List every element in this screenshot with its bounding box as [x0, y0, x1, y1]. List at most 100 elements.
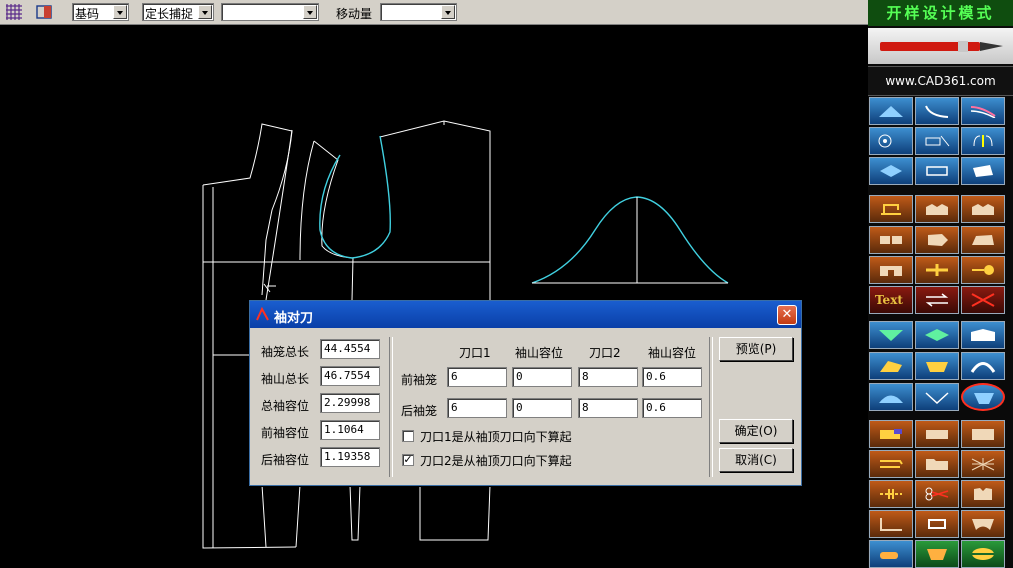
back-cap-ease2-input[interactable]: 0.6	[642, 398, 702, 418]
sleeve-cap-total-field[interactable]: 46.7554	[320, 366, 380, 386]
tool-tag[interactable]	[915, 420, 959, 448]
tool-dart-2[interactable]	[915, 321, 959, 349]
tool-paper[interactable]	[961, 157, 1005, 185]
tool-label[interactable]	[869, 420, 913, 448]
tool-link[interactable]	[915, 157, 959, 185]
grid-icon[interactable]	[5, 3, 23, 21]
total-ease-label: 总袖容位	[261, 399, 310, 413]
snap-combo-value: 定长捕捉	[145, 7, 194, 21]
tool-seam[interactable]	[869, 450, 913, 478]
ok-button[interactable]: 确定(O)	[719, 419, 793, 443]
tool-hexagon[interactable]	[915, 226, 959, 254]
tool-pocket[interactable]	[961, 510, 1005, 538]
app-icon	[256, 307, 269, 321]
notch1-from-top-checkbox[interactable]	[402, 430, 414, 442]
preview-button[interactable]: 预览(P)	[719, 337, 793, 361]
dart-notch-icon	[925, 392, 949, 404]
tool-button[interactable]	[961, 256, 1005, 284]
tool-disc[interactable]	[961, 540, 1005, 568]
tool-pleat-2[interactable]	[961, 195, 1005, 223]
window-icon[interactable]	[35, 3, 53, 21]
tool-brush[interactable]	[869, 540, 913, 568]
tool-split[interactable]	[869, 226, 913, 254]
tool-measure[interactable]	[915, 127, 959, 155]
pocket-icon	[972, 519, 994, 530]
tool-cross[interactable]	[915, 256, 959, 284]
drawing-canvas[interactable]	[0, 25, 868, 568]
tool-scissors[interactable]	[915, 480, 959, 508]
front-ease-field[interactable]: 1.1064	[320, 420, 380, 440]
tool-angle[interactable]	[869, 510, 913, 538]
tool-swap[interactable]	[915, 286, 959, 314]
tool-sewing[interactable]	[869, 195, 913, 223]
chevron-down-icon[interactable]	[303, 5, 317, 19]
front-notch2-input[interactable]: 8	[578, 367, 638, 387]
back-ease-field[interactable]: 1.19358	[320, 447, 380, 467]
tool-cut-line[interactable]	[869, 480, 913, 508]
cancel-button[interactable]: 取消(C)	[719, 448, 793, 472]
length-combo[interactable]	[221, 3, 319, 21]
tool-dart-3[interactable]	[961, 321, 1005, 349]
back-cap-ease1-input[interactable]: 0	[512, 398, 572, 418]
back-notch1-input[interactable]: 6	[447, 398, 507, 418]
front-notch1-input[interactable]: 6	[447, 367, 507, 387]
col-header-notch1: 刀口1	[459, 346, 491, 360]
snap-combo[interactable]: 定长捕捉	[142, 3, 214, 21]
fan-icon	[970, 362, 996, 373]
tool-curve[interactable]	[915, 97, 959, 125]
tool-rotate[interactable]	[961, 127, 1005, 155]
front-cap-ease1-input[interactable]: 0	[512, 367, 572, 387]
measure-icon	[925, 135, 950, 147]
tool-dart[interactable]	[869, 321, 913, 349]
tool-triangle[interactable]	[869, 97, 913, 125]
total-ease-field[interactable]: 2.29998	[320, 393, 380, 413]
tool-pleat[interactable]	[915, 195, 959, 223]
chevron-down-icon[interactable]	[198, 5, 212, 19]
tool-parallel-curve[interactable]	[961, 97, 1005, 125]
tool-piece[interactable]	[961, 420, 1005, 448]
tool-grid-fill[interactable]	[961, 450, 1005, 478]
tool-folder[interactable]	[915, 450, 959, 478]
tool-quad[interactable]	[961, 226, 1005, 254]
notch2-from-top-checkbox[interactable]: ✓	[402, 454, 414, 466]
sewing-machine-icon	[881, 204, 901, 215]
armhole-total-field[interactable]: 44.4554	[320, 339, 380, 359]
cut-line-icon	[880, 489, 902, 499]
seam-icon	[880, 460, 903, 468]
sleeve-cap	[531, 196, 729, 284]
close-icon[interactable]: ✕	[777, 305, 797, 325]
tool-circle[interactable]	[869, 127, 913, 155]
tool-dart-notch[interactable]	[915, 383, 959, 411]
mode-title: 开样设计模式	[868, 0, 1013, 26]
tool-garment[interactable]	[961, 480, 1005, 508]
delete-icon	[971, 293, 995, 307]
folder-icon	[926, 459, 948, 470]
pencil-icon	[880, 41, 1003, 52]
tool-panel: 开样设计模式 www.CAD361.com Text	[868, 0, 1013, 568]
front-cap-ease2-input[interactable]: 0.6	[642, 367, 702, 387]
notch1-from-top-label: 刀口1是从袖顶刀口向下算起	[420, 430, 572, 444]
chevron-down-icon[interactable]	[441, 5, 455, 19]
scissors-icon	[925, 487, 949, 501]
angle-icon	[880, 518, 902, 531]
move-amount-combo[interactable]	[380, 3, 457, 21]
tool-fan[interactable]	[961, 352, 1005, 380]
dart-3-icon	[971, 329, 995, 341]
tool-collar[interactable]	[915, 352, 959, 380]
back-notch2-input[interactable]: 8	[578, 398, 638, 418]
front-ease-label: 前袖容位	[261, 426, 310, 440]
size-combo[interactable]: 基码	[72, 3, 129, 21]
tool-delete[interactable]	[961, 286, 1005, 314]
tool-fold[interactable]	[869, 352, 913, 380]
tool-diamond[interactable]	[869, 157, 913, 185]
move-amount-label: 移动量	[336, 7, 373, 21]
tool-frame[interactable]	[915, 510, 959, 538]
tool-bucket[interactable]	[915, 540, 959, 568]
tool-text[interactable]: Text	[869, 286, 913, 314]
chevron-down-icon[interactable]	[113, 5, 127, 19]
tool-sleeve-notch[interactable]	[961, 383, 1005, 411]
dialog-title-bar[interactable]: 袖对刀 ✕	[250, 301, 801, 328]
tool-notch[interactable]	[869, 256, 913, 284]
tool-sleeve-curve[interactable]	[869, 383, 913, 411]
quad-icon	[972, 235, 994, 245]
